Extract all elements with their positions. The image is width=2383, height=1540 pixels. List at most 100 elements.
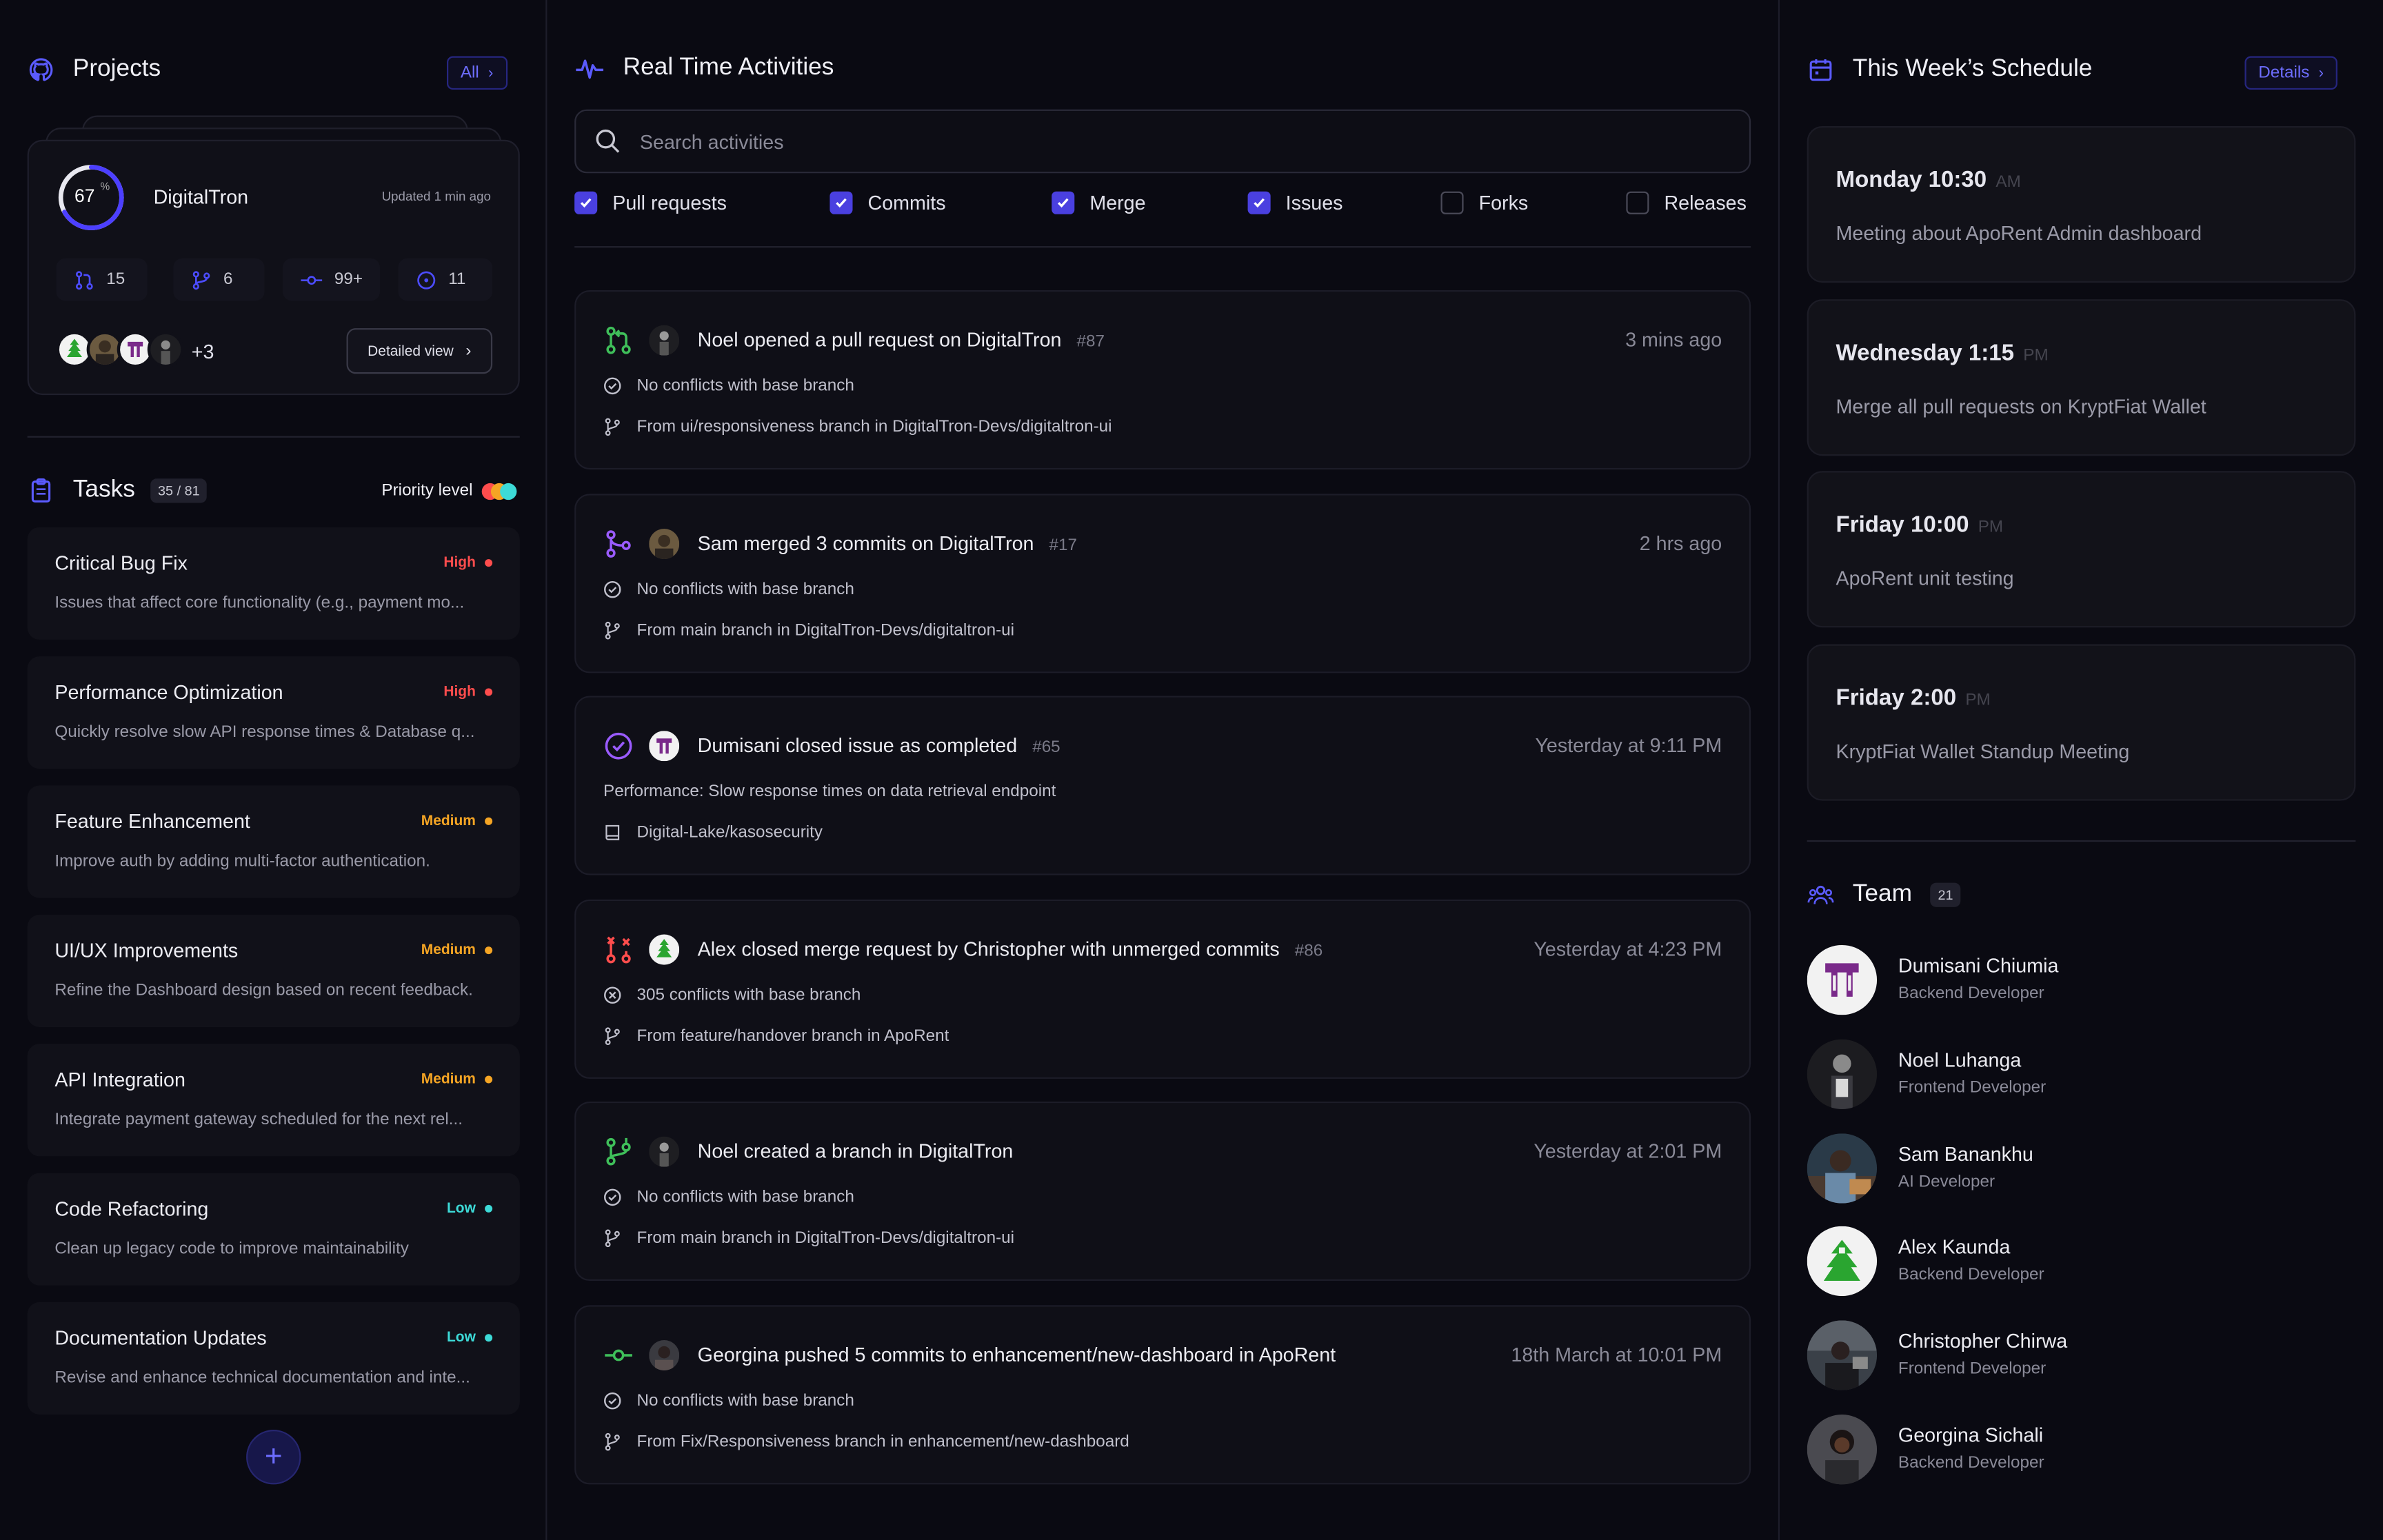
team-member[interactable]: Noel Luhanga Frontend Developer <box>1807 1039 2354 1109</box>
activity-source-text[interactable]: Digital-Lake/kasosecurity <box>637 824 823 842</box>
avatar <box>649 527 680 559</box>
checkbox[interactable] <box>1626 191 1649 214</box>
priority-dot <box>485 1075 493 1084</box>
activity-title-row: Noel created a branch in DigitalTron <box>698 1139 1029 1162</box>
filter-label: Pull requests <box>612 191 727 214</box>
schedule-description: Merge all pull requests on KryptFiat Wal… <box>1836 394 2206 418</box>
activity-time: 3 mins ago <box>1625 328 1722 352</box>
task-card[interactable]: Code Refactoring Low Clean up legacy code … <box>27 1173 520 1286</box>
checkbox[interactable] <box>574 191 598 214</box>
activity-detail-text: No conflicts with base branch <box>636 579 854 598</box>
all-label: All <box>460 63 479 83</box>
team-member[interactable]: Sam Banankhu AI Developer <box>1807 1133 2354 1203</box>
task-description: Refine the Dashboard design based on rec… <box>54 981 473 1000</box>
activity-time: 18th March at 10:01 PM <box>1511 1342 1722 1366</box>
task-description: Quickly resolve slow API response times … <box>54 723 475 742</box>
filter-merge[interactable]: Merge <box>1052 191 1146 214</box>
avatar <box>649 731 680 762</box>
task-card[interactable]: Documentation Updates Low Revise and enhan… <box>27 1301 520 1415</box>
activity-title-row: Dumisani closed issue as completed #65 <box>698 734 1060 757</box>
task-card[interactable]: Feature Enhancement Medium Improve auth by… <box>27 785 520 898</box>
detailed-view-button[interactable]: Detailed view › <box>346 328 493 374</box>
priority-label: Low <box>447 1200 476 1217</box>
schedule-time: Wednesday 1:15 PM <box>1836 340 2049 365</box>
activity-source-text[interactable]: From feature/handover branch in ApoRent <box>637 1026 949 1044</box>
activity-detail: No conflicts with base branch <box>603 1188 854 1206</box>
activity-number[interactable]: #65 <box>1032 738 1060 756</box>
activity-card[interactable]: Sam merged 3 commits on DigitalTron #17 2 … <box>574 493 1751 673</box>
schedule-card[interactable]: Wednesday 1:15 PM Merge all pull requests … <box>1807 298 2356 456</box>
avatar <box>1807 1133 1878 1203</box>
checkbox[interactable] <box>829 191 853 214</box>
branch-icon <box>603 1432 621 1450</box>
commit-icon <box>603 1339 634 1370</box>
task-name: UI/UX Improvements <box>54 939 239 962</box>
avatar <box>649 933 680 964</box>
search-bar[interactable] <box>574 109 1751 174</box>
activity-title: Georgina pushed 5 commits to enhancement… <box>697 1342 1336 1366</box>
check-circle-icon <box>603 1391 621 1409</box>
task-card[interactable]: UI/UX Improvements Medium Refine the Dashb… <box>27 914 520 1027</box>
search-input[interactable] <box>639 130 1552 153</box>
task-card[interactable]: Critical Bug Fix High Issues that affect c… <box>27 527 520 640</box>
member-role: Backend Developer <box>1898 1454 2044 1472</box>
filter-pull-requests[interactable]: Pull requests <box>574 191 727 214</box>
task-card[interactable]: API Integration Medium Integrate payment g… <box>27 1044 520 1157</box>
team-icon <box>1807 881 1835 909</box>
activity-number[interactable]: #17 <box>1049 536 1077 554</box>
activity-card[interactable]: Alex closed merge request by Christopher… <box>574 898 1751 1078</box>
checkbox[interactable] <box>1440 191 1464 214</box>
activity-source-text[interactable]: From main branch in DigitalTron-Devs/dig… <box>637 1229 1015 1247</box>
activity-card[interactable]: Georgina pushed 5 commits to enhancement… <box>574 1304 1751 1484</box>
add-task-button[interactable]: + <box>246 1430 301 1485</box>
activity-number[interactable]: #87 <box>1077 333 1105 351</box>
stat-pull-requests: 15 <box>56 258 148 301</box>
activity-title-row: Alex closed merge request by Christopher… <box>698 937 1323 960</box>
team-member[interactable]: Christopher Chirwa Frontend Developer <box>1807 1320 2354 1391</box>
details-label: Details <box>2258 63 2310 83</box>
priority-label: Medium <box>421 813 476 830</box>
branch-created-icon <box>603 1137 634 1167</box>
schedule-details-button[interactable]: Details › <box>2244 56 2337 90</box>
activity-number[interactable]: #86 <box>1295 941 1323 959</box>
priority-dot <box>485 688 493 696</box>
schedule-card[interactable]: Monday 10:30 AM Meeting about ApoRent Admi… <box>1807 125 2356 283</box>
repo-icon <box>603 824 621 842</box>
task-name: Critical Bug Fix <box>54 551 188 575</box>
activity-source-text[interactable]: From ui/responsiveness branch in Digital… <box>637 418 1112 436</box>
projects-all-button[interactable]: All › <box>447 56 507 90</box>
activity-source-text[interactable]: From main branch in DigitalTron-Devs/dig… <box>637 620 1015 638</box>
activities-panel: Real Time Activities Pull requests Commit… <box>547 0 1780 1540</box>
team-member[interactable]: Georgina Sichali Backend Developer <box>1807 1415 2354 1485</box>
team-member[interactable]: Alex Kaunda Backend Developer <box>1807 1226 2354 1297</box>
filter-forks[interactable]: Forks <box>1440 191 1528 214</box>
branch-icon <box>603 620 621 639</box>
activity-source: From Fix/Responsiveness branch in enhanc… <box>603 1432 1129 1450</box>
activity-title-row: Sam merged 3 commits on DigitalTron #17 <box>698 531 1077 554</box>
activity-card[interactable]: Dumisani closed issue as completed #65 Yes… <box>574 696 1751 875</box>
member-name: Dumisani Chiumia <box>1898 954 2059 977</box>
activity-detail: Performance: Slow response times on data… <box>603 782 1056 800</box>
filter-commits[interactable]: Commits <box>829 191 946 214</box>
checkbox[interactable] <box>1247 191 1271 214</box>
avatar <box>1807 1039 1878 1109</box>
schedule-description: KryptFiat Wallet Standup Meeting <box>1836 739 2130 762</box>
member-name: Noel Luhanga <box>1898 1048 2022 1071</box>
detailed-view-label: Detailed view <box>368 343 454 360</box>
activity-time: Yesterday at 4:23 PM <box>1534 936 1722 960</box>
activity-source-text[interactable]: From Fix/Responsiveness branch in enhanc… <box>637 1432 1129 1450</box>
task-card[interactable]: Performance Optimization High Quickly reso… <box>27 656 520 769</box>
activity-source: Digital-Lake/kasosecurity <box>603 824 823 842</box>
filter-issues[interactable]: Issues <box>1247 191 1343 214</box>
task-name: Performance Optimization <box>54 680 283 704</box>
schedule-ampm: PM <box>2023 345 2049 364</box>
checkbox[interactable] <box>1052 191 1075 214</box>
filter-releases[interactable]: Releases <box>1626 191 1747 214</box>
activity-title-row: Noel opened a pull request on DigitalTro… <box>698 328 1105 351</box>
activity-card[interactable]: Noel opened a pull request on DigitalTro… <box>574 290 1751 470</box>
activity-card[interactable]: Noel created a branch in DigitalTron Yest… <box>574 1101 1751 1281</box>
schedule-card[interactable]: Friday 10:00 PM ApoRent unit testing <box>1807 471 2356 628</box>
activity-source: From feature/handover branch in ApoRent <box>603 1026 949 1044</box>
schedule-card[interactable]: Friday 2:00 PM KryptFiat Wallet Standup Me… <box>1807 643 2356 800</box>
team-member[interactable]: Dumisani Chiumia Backend Developer <box>1807 944 2354 1015</box>
